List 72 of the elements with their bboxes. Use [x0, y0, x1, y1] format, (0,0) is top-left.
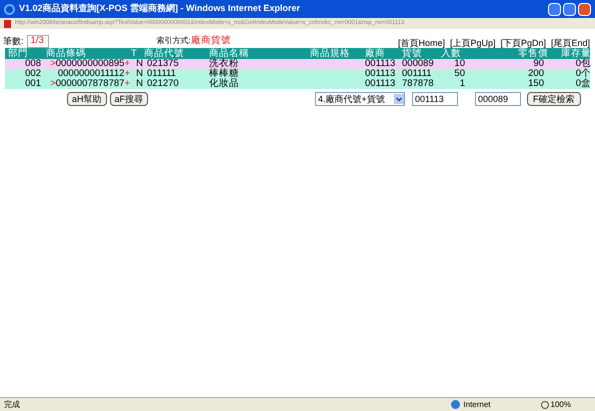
- table-cell-text: 洗衣粉: [209, 59, 240, 69]
- column-header: 商品代號: [144, 48, 185, 58]
- table-cell-text: 002: [24, 69, 42, 79]
- pager-link[interactable]: [首頁Home]: [398, 38, 445, 48]
- action-button[interactable]: aH幫助: [67, 92, 107, 106]
- plus-mark: +: [124, 59, 130, 69]
- row-marker: >: [50, 59, 56, 69]
- close-button[interactable]: [578, 2, 591, 16]
- column-header: 商品規格: [310, 48, 351, 58]
- record-count-label: 筆數:: [3, 36, 24, 46]
- dropdown-caret-icon: [394, 94, 404, 104]
- table-cell-text: 0包: [574, 59, 591, 69]
- index-mode-value: 廠商貨號: [190, 36, 231, 46]
- table-cell-text: 001: [24, 79, 42, 89]
- table-cell-text: 001113: [365, 59, 396, 69]
- table-row[interactable]: 002 0000000011112+ N 011111 棒棒糖 001113 001111 50 200 0个: [5, 69, 590, 79]
- table-cell-text: 000089: [402, 59, 435, 69]
- column-header: 廠商: [365, 48, 386, 58]
- table-cell-text: 50: [453, 69, 466, 79]
- table-cell-text: N: [135, 59, 143, 69]
- table-cell-text: 001113: [365, 69, 396, 79]
- search-mode-select[interactable]: 4.廠商代號+貨號: [315, 92, 406, 106]
- column-header: 貨號: [402, 48, 422, 58]
- table-cell-text: 0个: [574, 69, 591, 79]
- table-cell-text: 008: [24, 59, 42, 69]
- action-button[interactable]: aF搜尋: [110, 92, 148, 106]
- table-cell-text: 200: [527, 69, 545, 79]
- column-header: 商品名稱: [209, 48, 250, 58]
- record-count-field[interactable]: 1/3: [26, 34, 49, 48]
- table-cell-text: N: [135, 79, 143, 89]
- status-text: 完成: [4, 398, 20, 410]
- plus-mark: +: [124, 79, 130, 89]
- table-cell-text: 001111: [402, 69, 433, 79]
- table-row[interactable]: 008 >0000000000895+ N 021375 洗衣粉 001113 000089 10 90 0包: [5, 59, 590, 69]
- table-cell-text: 001113: [365, 79, 396, 89]
- table-cell-text: 787878: [402, 79, 435, 89]
- column-header: 商品條碼: [46, 48, 87, 58]
- index-mode-label: 索引方式:: [156, 36, 191, 46]
- table-cell: 0000007878787: [56, 79, 124, 89]
- pager-link[interactable]: [下頁PgDn]: [500, 38, 546, 48]
- column-header: 入數: [441, 48, 462, 58]
- table-cell-text: 021270: [146, 79, 180, 89]
- column-header: 庫存量: [561, 48, 591, 58]
- item-number-field[interactable]: 000089: [475, 92, 522, 106]
- page-icon: [4, 20, 11, 28]
- pager-link[interactable]: [尾頁End]: [550, 38, 590, 48]
- table-cell-text: 90: [532, 59, 545, 69]
- table-cell-text: 化妝品: [209, 79, 240, 89]
- column-header: 部門: [7, 48, 29, 58]
- column-header: 零售價: [517, 48, 548, 58]
- table-cell-text: 1: [458, 79, 466, 89]
- zoom-level: 100%: [550, 398, 571, 410]
- vendor-field[interactable]: 001113: [412, 92, 458, 106]
- table-row[interactable]: 001 >0000007878787+ N 021270 化妝品 001113 787878 1 150 0盒: [5, 79, 590, 89]
- window-title: V1.02商品資料查詢[X-POS 雲端商務網] - Windows Internet Explorer: [19, 2, 300, 16]
- zone-text: Internet: [463, 398, 491, 410]
- table-cell-text: N: [135, 69, 143, 79]
- table-cell: 0000000000895: [56, 59, 124, 69]
- row-marker: >: [50, 79, 56, 89]
- pager-link[interactable]: [上頁PgUp]: [450, 38, 496, 48]
- maximize-button[interactable]: [563, 2, 576, 16]
- minimize-button[interactable]: [548, 2, 561, 16]
- table-cell-text: 0盒: [574, 79, 591, 89]
- table-cell-text: 011111: [146, 69, 177, 79]
- table-cell-text: 150: [527, 79, 545, 89]
- table-cell: 0000000011112: [58, 69, 124, 79]
- table-cell-text: 021375: [146, 59, 180, 69]
- plus-mark: +: [124, 69, 130, 79]
- search-button[interactable]: F確定檢索: [527, 92, 581, 106]
- table-cell-text: 10: [453, 59, 466, 69]
- column-header: T: [131, 48, 138, 58]
- table-cell-text: 棒棒糖: [209, 69, 240, 79]
